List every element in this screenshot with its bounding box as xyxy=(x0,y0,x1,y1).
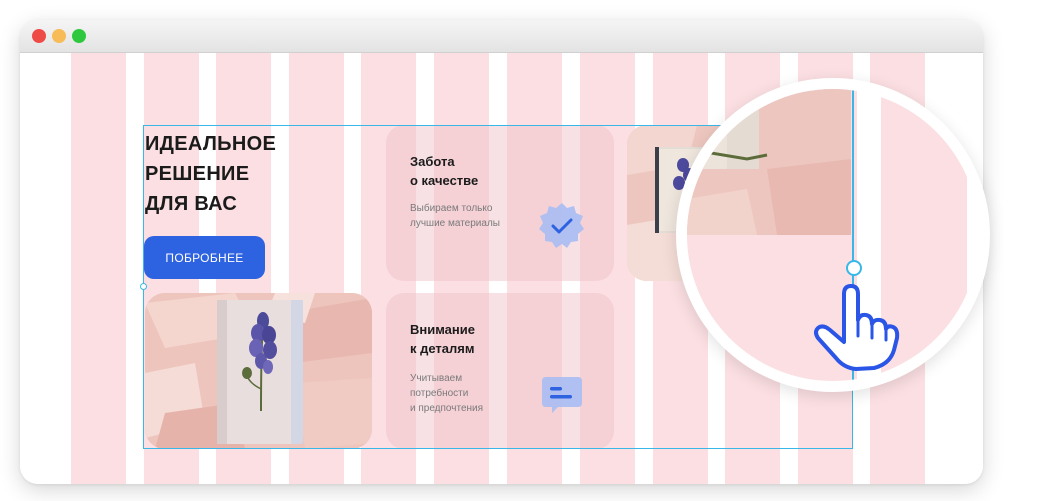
frame-resize-handle[interactable] xyxy=(140,283,147,290)
grid-column xyxy=(71,53,126,484)
title-bar xyxy=(20,20,983,53)
minimize-window-button[interactable] xyxy=(52,29,66,43)
guide-handle[interactable] xyxy=(846,260,862,276)
maximize-window-button[interactable] xyxy=(72,29,86,43)
hand-pointer-cursor-icon xyxy=(814,284,900,371)
close-window-button[interactable] xyxy=(32,29,46,43)
